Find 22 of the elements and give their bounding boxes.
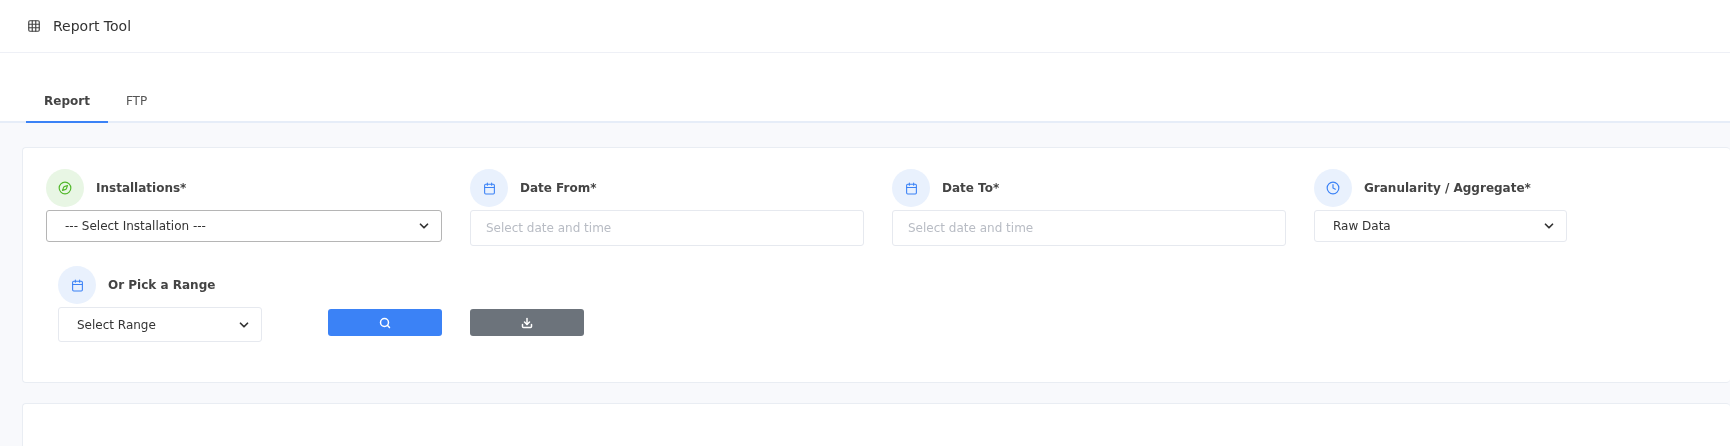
search-button[interactable] xyxy=(328,309,442,336)
field-label: Date To* xyxy=(942,181,1000,195)
tab[interactable]: FTP xyxy=(107,81,166,123)
calendar-icon xyxy=(904,181,918,195)
select-field[interactable]: Raw Data xyxy=(1314,210,1567,242)
download-button[interactable] xyxy=(470,309,584,336)
calendar-icon xyxy=(482,181,496,195)
field-label: Granularity / Aggregate* xyxy=(1364,181,1531,195)
page-title: Report Tool xyxy=(53,18,132,34)
compass-icon xyxy=(58,181,72,195)
clock-icon xyxy=(1326,181,1340,195)
field-label: Or Pick a Range xyxy=(108,278,216,292)
select-field[interactable]: Select Range xyxy=(58,307,262,342)
date-input-field[interactable]: Select date and time xyxy=(470,210,864,246)
field-label: Date From* xyxy=(520,181,597,195)
search-icon xyxy=(379,316,391,329)
table-icon xyxy=(27,19,41,33)
download-icon xyxy=(521,316,533,329)
calendar-icon xyxy=(70,278,84,292)
field-label: Installations* xyxy=(96,181,187,195)
date-input-field[interactable]: Select date and time xyxy=(892,210,1286,246)
select-field[interactable]: --- Select Installation --- xyxy=(46,210,442,242)
